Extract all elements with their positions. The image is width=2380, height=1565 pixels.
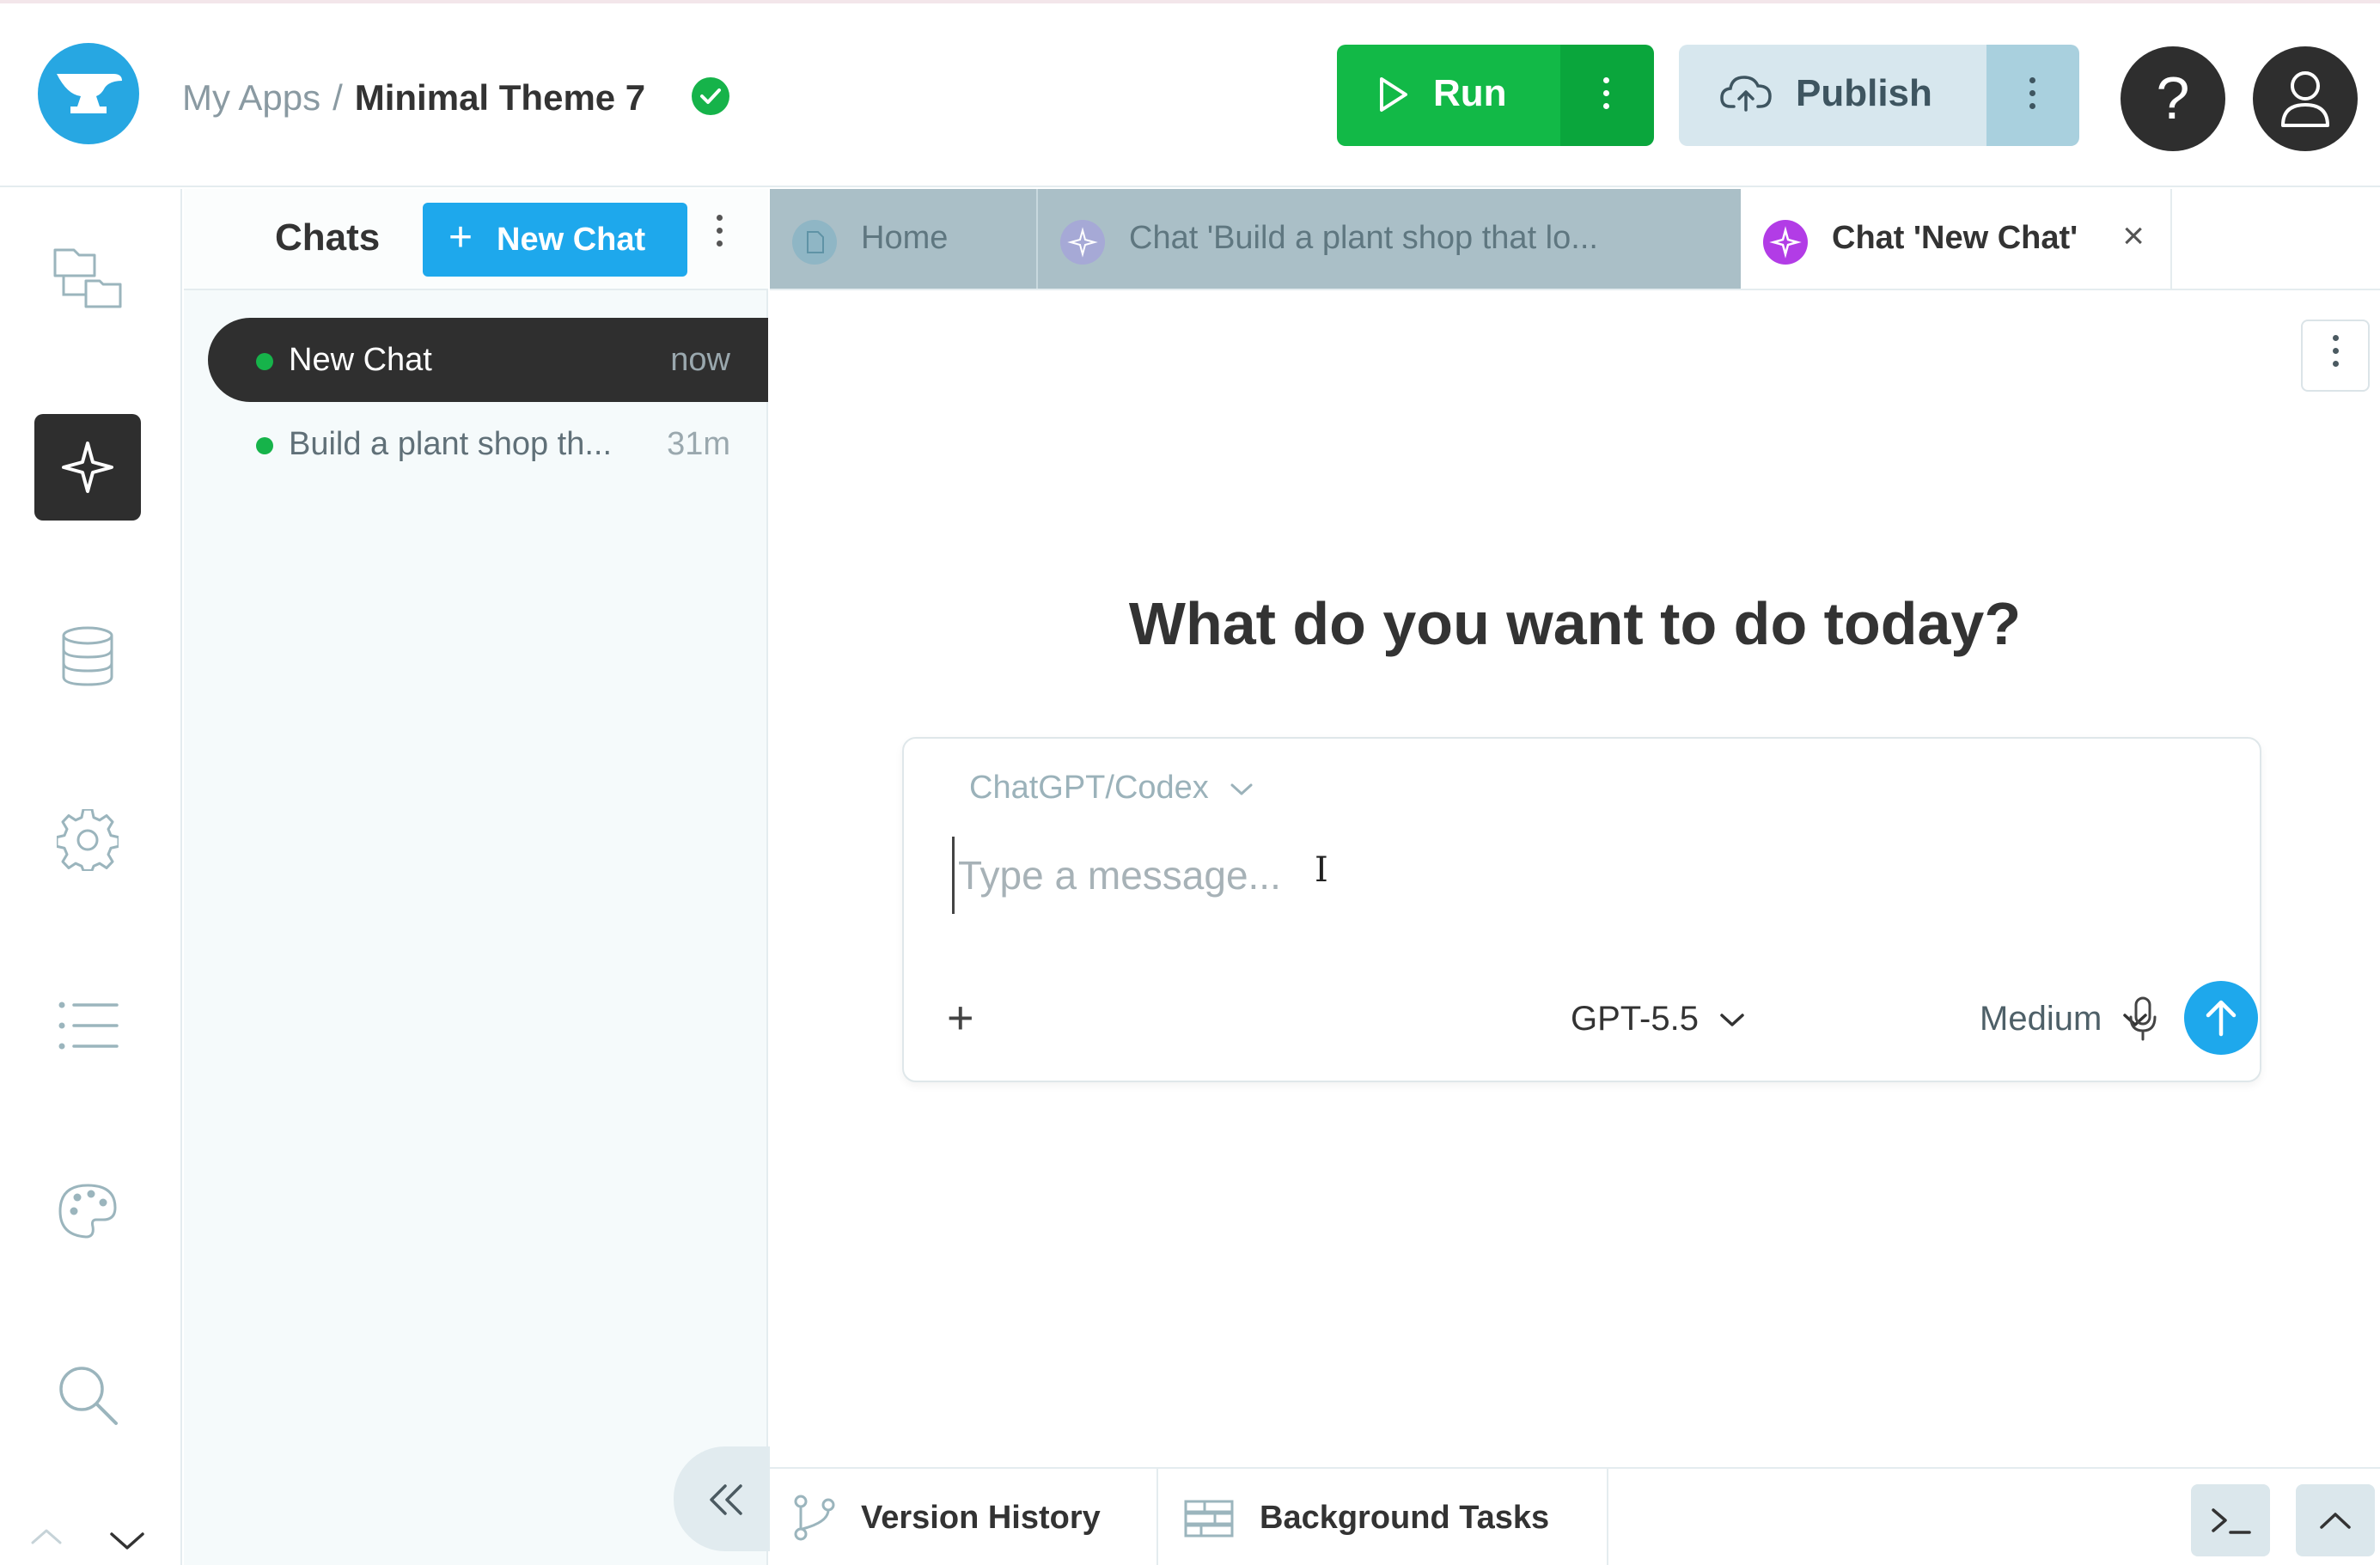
user-icon xyxy=(2281,71,2329,127)
git-branch-icon xyxy=(794,1495,835,1541)
model-selector[interactable]: GPT-5.5 xyxy=(1571,1000,1745,1038)
plus-icon: + xyxy=(449,215,473,260)
play-icon xyxy=(1380,77,1407,112)
icon-rail xyxy=(0,189,182,1565)
file-icon xyxy=(792,220,837,265)
close-icon[interactable]: × xyxy=(2122,215,2145,258)
chevron-down-icon xyxy=(1230,783,1253,795)
tasks-stack-icon xyxy=(1184,1500,1234,1538)
chat-main-area: What do you want to do today? ChatGPT/Co… xyxy=(770,290,2380,1467)
text-cursor-icon: I xyxy=(1315,850,1328,890)
ai-sparkle-icon xyxy=(1763,220,1808,265)
help-button[interactable]: ? xyxy=(2121,46,2225,151)
run-label: Run xyxy=(1433,72,1507,114)
main-more-button[interactable] xyxy=(2301,320,2370,392)
new-chat-button[interactable]: + New Chat xyxy=(423,203,687,277)
gear-icon[interactable] xyxy=(34,787,141,893)
run-button[interactable]: Run xyxy=(1337,45,1560,146)
background-tasks-label: Background Tasks xyxy=(1260,1500,1550,1536)
effort-label: Medium xyxy=(1980,1000,2102,1038)
tab-chat-plant-shop[interactable]: Chat 'Build a plant shop that lo... xyxy=(1038,189,1741,289)
editor-tabs: Home Chat 'Build a plant shop that lo...… xyxy=(770,189,2380,290)
attach-button[interactable]: + xyxy=(947,995,990,1041)
terminal-icon xyxy=(2212,1508,2251,1534)
tab-chat-new-chat[interactable]: Chat 'New Chat' × xyxy=(1741,189,2172,289)
chat-time: now xyxy=(670,342,730,378)
agent-selector[interactable]: ChatGPT/Codex xyxy=(969,770,1254,807)
status-dot xyxy=(256,353,273,370)
publish-label: Publish xyxy=(1796,72,1932,114)
header: My Apps / Minimal Theme 7 Run Publish ? xyxy=(0,3,2380,187)
breadcrumb-separator: / xyxy=(333,77,343,118)
send-button[interactable] xyxy=(2184,981,2258,1055)
bottom-bar: Version History Background Tasks xyxy=(770,1467,2380,1565)
list-icon[interactable] xyxy=(34,972,141,1079)
page-title: What do you want to do today? xyxy=(1128,590,2022,657)
anvil-logo-icon[interactable] xyxy=(38,43,139,144)
chats-header: Chats + New Chat xyxy=(184,189,768,290)
effort-selector[interactable]: Medium xyxy=(1980,1000,2148,1038)
arrow-up-icon xyxy=(2206,1000,2237,1037)
chevron-down-icon xyxy=(1720,1014,1744,1027)
chat-list-item[interactable]: New Chat now xyxy=(208,318,768,402)
double-chevron-left-icon xyxy=(710,1484,742,1515)
chats-title: Chats xyxy=(275,216,381,259)
chat-time: 31m xyxy=(667,426,730,462)
ai-sparkle-icon[interactable] xyxy=(34,414,141,521)
model-label: GPT-5.5 xyxy=(1571,1000,1699,1038)
more-vertical-icon xyxy=(1603,77,1610,116)
expand-panel-button[interactable] xyxy=(2296,1484,2375,1556)
run-options-button[interactable] xyxy=(1560,45,1654,146)
message-composer: ChatGPT/Codex I + GPT-5.5 Medium xyxy=(902,737,2261,1082)
publish-button[interactable]: Publish xyxy=(1679,45,1986,146)
message-input[interactable] xyxy=(952,837,2155,914)
more-vertical-icon xyxy=(2333,335,2340,374)
more-vertical-icon xyxy=(717,215,723,253)
status-dot xyxy=(256,437,273,454)
agent-label: ChatGPT/Codex xyxy=(969,770,1209,806)
tab-label: Chat 'New Chat' xyxy=(1832,220,2078,256)
breadcrumb-my-apps[interactable]: My Apps xyxy=(182,77,320,118)
chat-title: Build a plant shop th... xyxy=(289,426,613,462)
cloud-upload-icon xyxy=(1720,76,1772,112)
chat-list-item[interactable]: Build a plant shop th... 31m xyxy=(208,402,768,486)
tab-label: Chat 'Build a plant shop that lo... xyxy=(1129,220,1598,256)
app-name: Minimal Theme 7 xyxy=(354,77,646,118)
tab-label: Home xyxy=(861,220,949,256)
chats-panel: Chats + New Chat New Chat now Build a pl… xyxy=(184,189,770,1565)
collapse-panel-button[interactable] xyxy=(674,1446,770,1551)
version-history-label: Version History xyxy=(861,1500,1101,1536)
chat-title: New Chat xyxy=(289,342,432,378)
tab-home[interactable]: Home xyxy=(770,189,1038,289)
chevron-up-icon xyxy=(2320,1513,2351,1529)
palette-icon[interactable] xyxy=(34,1158,141,1264)
microphone-icon[interactable] xyxy=(2126,993,2160,1044)
search-icon[interactable] xyxy=(34,1342,141,1448)
chats-more-button[interactable] xyxy=(703,213,737,268)
chevron-up-icon[interactable] xyxy=(29,1525,64,1546)
new-chat-label: New Chat xyxy=(497,222,646,258)
terminal-button[interactable] xyxy=(2191,1484,2270,1556)
ai-sparkle-icon xyxy=(1060,220,1105,265)
background-tasks-tab[interactable]: Background Tasks xyxy=(1158,1469,1608,1565)
app-window: My Apps / Minimal Theme 7 Run Publish ? xyxy=(0,0,2380,1565)
user-avatar-button[interactable] xyxy=(2253,46,2358,151)
chevron-down-icon[interactable] xyxy=(108,1529,146,1551)
database-icon[interactable] xyxy=(34,603,141,709)
saved-check-icon xyxy=(692,77,729,115)
rail-scroll-controls xyxy=(0,1510,182,1565)
breadcrumb: My Apps / Minimal Theme 7 xyxy=(182,72,645,124)
publish-options-button[interactable] xyxy=(1986,45,2079,146)
version-history-tab[interactable]: Version History xyxy=(770,1469,1158,1565)
more-vertical-icon xyxy=(2029,77,2036,116)
file-tree-icon[interactable] xyxy=(34,225,141,332)
